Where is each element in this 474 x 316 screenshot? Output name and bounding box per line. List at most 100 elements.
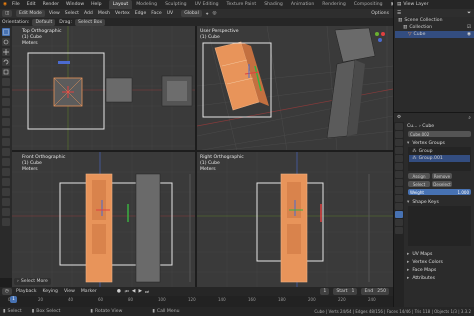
vertex-groups-header[interactable]: ▾ Vertex Groups — [405, 139, 474, 147]
menu-edge[interactable]: Edge — [135, 11, 147, 16]
snap-icon[interactable]: ⌖ — [206, 11, 209, 17]
tab-sculpting[interactable]: Sculpting — [161, 0, 190, 9]
inset-tool[interactable] — [2, 118, 10, 126]
tab-compositing[interactable]: Compositing — [350, 0, 387, 9]
timeline-view-menu[interactable]: View — [64, 289, 75, 294]
mode-dropdown[interactable]: Edit Mode — [16, 10, 45, 17]
menu-window[interactable]: Window — [66, 2, 84, 7]
jump-start-icon[interactable]: ⏮ — [125, 289, 129, 295]
blender-logo-icon[interactable]: ◉ — [3, 2, 7, 7]
shape-key-list[interactable] — [408, 206, 471, 246]
extrude-tool[interactable] — [2, 108, 10, 116]
transform-orientation-dropdown[interactable]: Global — [181, 10, 202, 17]
tab-texture-paint[interactable]: Texture Paint — [223, 0, 261, 9]
keying-menu[interactable]: Keying — [43, 289, 58, 294]
editor-type-button[interactable]: ◫ — [2, 10, 12, 17]
mesh-data-tab[interactable] — [395, 211, 403, 218]
orientation-dropdown[interactable]: Default — [32, 18, 56, 26]
scale-tool[interactable] — [2, 68, 10, 76]
view-layer-tab[interactable] — [395, 147, 403, 154]
outliner-editor-icon[interactable]: ☰ — [397, 11, 401, 16]
timeline-editor-type-button[interactable]: ◷ — [2, 288, 12, 295]
select-more-panel[interactable]: › Select More — [14, 278, 51, 285]
smooth-tool[interactable] — [2, 178, 10, 186]
menu-file[interactable]: File — [12, 2, 20, 7]
rip-tool[interactable] — [2, 218, 10, 226]
list-item[interactable]: ⁂ Group — [409, 148, 470, 155]
constraints-tab[interactable] — [395, 203, 403, 210]
assign-button[interactable]: Assign — [408, 173, 430, 179]
render-tab[interactable] — [395, 131, 403, 138]
viewport-user-perspective[interactable]: User Perspective (1) Cube — [197, 26, 393, 151]
jump-end-icon[interactable]: ⏭ — [145, 289, 149, 295]
shape-keys-header[interactable]: ▾ Shape Keys — [405, 198, 474, 206]
menu-mesh[interactable]: Mesh — [98, 11, 110, 16]
eye-icon[interactable]: ◉ — [467, 32, 471, 37]
physics-tab[interactable] — [395, 195, 403, 202]
play-icon[interactable]: ▶ — [138, 289, 142, 294]
navigation-gizmo[interactable] — [373, 30, 387, 44]
select-button[interactable]: Select — [408, 181, 430, 187]
vertex-colors-header[interactable]: ▸ Vertex Colors — [405, 258, 474, 266]
tab-rendering[interactable]: Rendering — [318, 0, 349, 9]
outliner-row[interactable]: ▥ Collection ☑ — [395, 24, 474, 31]
menu-edit[interactable]: Edit — [27, 2, 36, 7]
tab-modeling[interactable]: Modeling — [132, 0, 161, 9]
loop-cut-tool[interactable] — [2, 138, 10, 146]
remove-button[interactable]: Remove — [432, 173, 452, 179]
shear-tool[interactable] — [2, 208, 10, 216]
menu-vertex[interactable]: Vertex — [115, 11, 130, 16]
attributes-header[interactable]: ▸ Attributes — [405, 274, 474, 282]
playback-menu[interactable]: Playback — [16, 289, 37, 294]
menu-face[interactable]: Face — [151, 11, 161, 16]
current-frame-field[interactable]: 1 — [320, 288, 330, 295]
output-tab[interactable] — [395, 139, 403, 146]
shrink-fatten-tool[interactable] — [2, 198, 10, 206]
gizmo-z-icon[interactable] — [378, 38, 382, 42]
deselect-button[interactable]: Deselect — [432, 181, 452, 187]
menu-render[interactable]: Render — [43, 2, 59, 7]
checkbox-icon[interactable]: ☑ — [467, 25, 471, 30]
start-frame-field[interactable]: Start 1 — [333, 288, 358, 295]
drag-dropdown[interactable]: Select Box — [75, 18, 106, 26]
record-icon[interactable]: ● — [117, 289, 121, 294]
gizmo-y-icon[interactable] — [375, 32, 379, 36]
menu-help[interactable]: Help — [91, 2, 101, 7]
tab-shading[interactable]: Shading — [260, 0, 287, 9]
bevel-tool[interactable] — [2, 128, 10, 136]
outliner-row[interactable]: ▽ Cube ◉ — [395, 31, 474, 38]
knife-tool[interactable] — [2, 148, 10, 156]
face-maps-header[interactable]: ▸ Face Maps — [405, 266, 474, 274]
viewport-top-ortho[interactable]: Top Orthographic (1) Cube Meters — [12, 26, 196, 151]
measure-tool[interactable] — [2, 98, 10, 106]
proportional-edit-icon[interactable]: ◎ — [212, 11, 216, 16]
scene-tab[interactable] — [395, 155, 403, 162]
modifier-tab[interactable] — [395, 179, 403, 186]
viewport-front-ortho[interactable]: Front Orthographic (1) Cube Meters › Sel… — [12, 152, 196, 287]
annotate-tool[interactable] — [2, 88, 10, 96]
tool-tab[interactable] — [395, 123, 403, 130]
transform-tool[interactable] — [2, 78, 10, 86]
timeline-track[interactable]: 1 0 20 40 60 80 100 120 140 160 180 200 220 240 — [0, 296, 393, 307]
rotate-tool[interactable] — [2, 58, 10, 66]
marker-menu[interactable]: Marker — [81, 289, 97, 294]
texture-tab[interactable] — [395, 227, 403, 234]
mesh-name-field[interactable]: Cube.002 — [408, 131, 471, 137]
gizmo-x-icon[interactable] — [381, 32, 385, 36]
menu-add[interactable]: Add — [84, 11, 93, 16]
search-properties-icon[interactable]: ⌕ — [468, 115, 471, 121]
menu-uv[interactable]: UV — [167, 11, 174, 16]
vertex-group-list[interactable]: ⁂ Group ⁂ Group.001 — [408, 147, 471, 171]
spin-tool[interactable] — [2, 168, 10, 176]
list-item[interactable]: ⁂ Group.001 — [409, 155, 470, 162]
material-tab[interactable] — [395, 219, 403, 226]
uv-maps-header[interactable]: ▸ UV Maps — [405, 250, 474, 258]
tab-animation[interactable]: Animation — [287, 0, 318, 9]
menu-select[interactable]: Select — [65, 11, 79, 16]
options-dropdown[interactable]: Options — [371, 11, 389, 16]
poly-build-tool[interactable] — [2, 158, 10, 166]
tab-layout[interactable]: Layout — [108, 0, 133, 9]
step-back-icon[interactable]: ◀ — [132, 289, 136, 294]
edge-slide-tool[interactable] — [2, 188, 10, 196]
tab-uv-editing[interactable]: UV Editing — [191, 0, 223, 9]
